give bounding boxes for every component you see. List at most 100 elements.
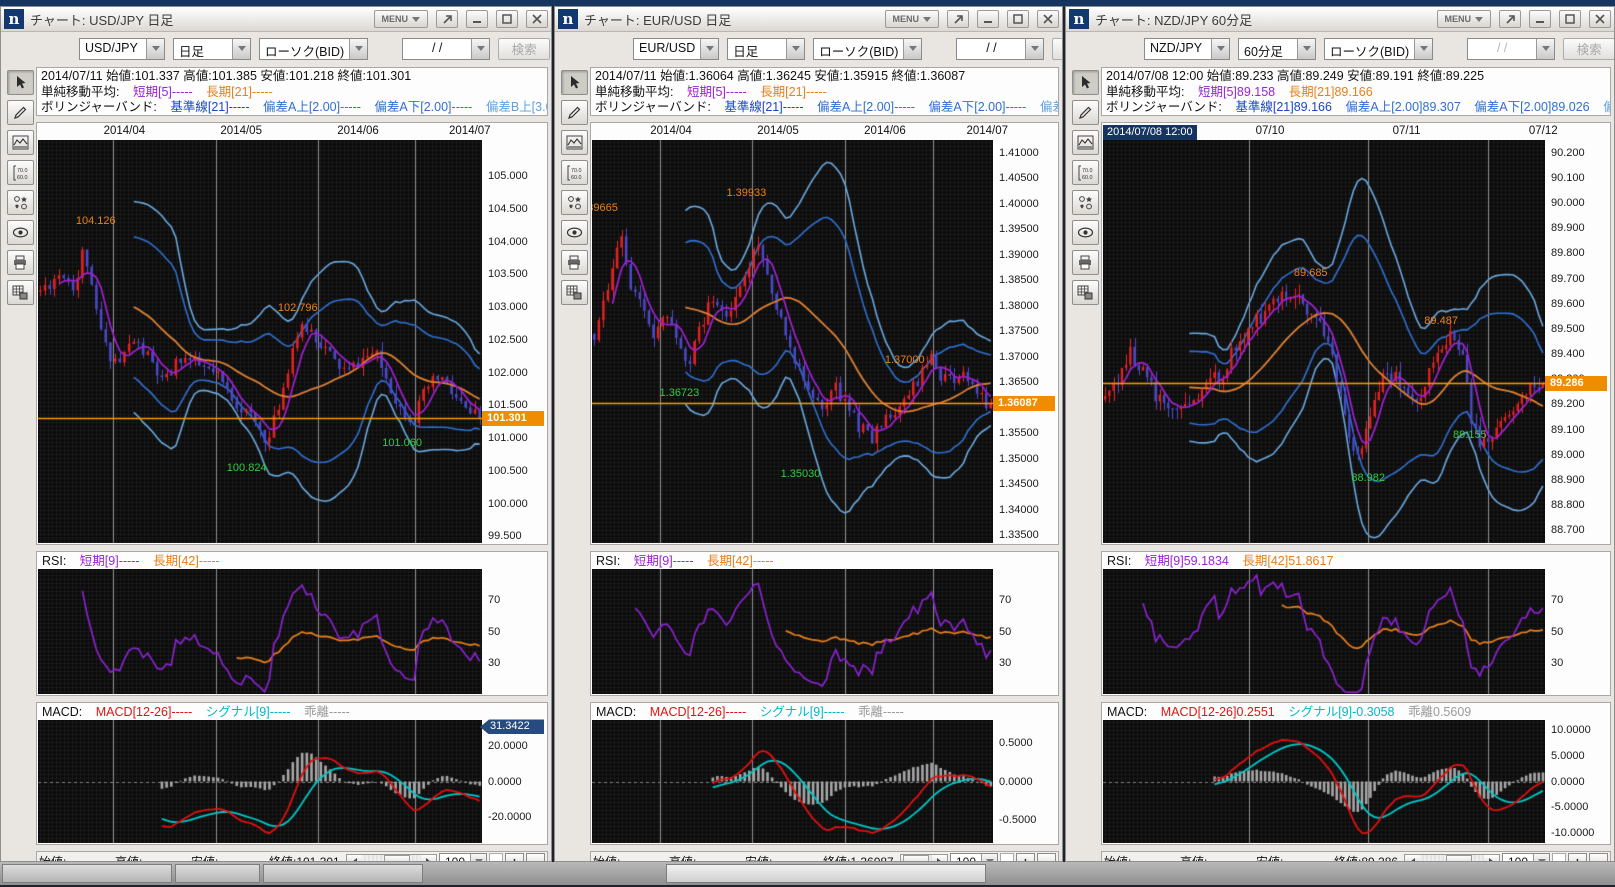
maximize-button[interactable]: [1007, 10, 1029, 28]
candlestick-plot[interactable]: 89.68589.48789.15588.982: [1103, 140, 1545, 543]
cursor-tool-icon[interactable]: [7, 70, 34, 95]
minimize-button[interactable]: [1529, 10, 1551, 28]
chevron-down-icon[interactable]: [1533, 854, 1549, 862]
scrollbar-thumb[interactable]: [1446, 855, 1472, 862]
scale-tool-icon[interactable]: 70.060.0: [7, 160, 34, 185]
export-data-icon[interactable]: [561, 280, 588, 305]
stamp-tool-icon[interactable]: [561, 190, 588, 215]
line-chart-tool-icon[interactable]: [7, 130, 34, 155]
scale-tool-icon[interactable]: 70.060.0: [1072, 160, 1099, 185]
zoom-in-button[interactable]: +: [1016, 853, 1035, 862]
print-icon[interactable]: [561, 250, 588, 275]
popout-button[interactable]: [436, 10, 458, 28]
zoom-select[interactable]: 100: [439, 853, 487, 862]
taskbar-item[interactable]: [263, 864, 423, 883]
chevron-down-icon[interactable]: [1297, 39, 1315, 59]
zoom-select[interactable]: 100: [1502, 853, 1550, 862]
rsi-plot[interactable]: [1103, 569, 1545, 694]
minimize-button[interactable]: [466, 10, 488, 28]
zoom-out-button[interactable]: −: [526, 853, 545, 862]
macd-plot[interactable]: [1103, 720, 1545, 843]
pair-select[interactable]: EUR/USD: [633, 38, 719, 60]
print-icon[interactable]: [1072, 250, 1099, 275]
scrollbar-thumb[interactable]: [903, 855, 929, 862]
cursor-tool-icon[interactable]: [1072, 70, 1099, 95]
chart-style-select[interactable]: ローソク(BID): [813, 38, 922, 60]
timeframe-select[interactable]: 日足: [727, 38, 805, 60]
line-chart-tool-icon[interactable]: [1072, 130, 1099, 155]
eye-visibility-icon[interactable]: [7, 220, 34, 245]
candlestick-plot[interactable]: 104.126102.796100.824101.060: [38, 140, 482, 543]
scroll-left-button[interactable]: [347, 855, 362, 862]
scrollbar-track[interactable]: [916, 855, 932, 862]
chevron-down-icon[interactable]: [146, 39, 164, 59]
scrollbar-track[interactable]: [362, 855, 421, 862]
zoom-in-button[interactable]: +: [1568, 853, 1587, 862]
chevron-down-icon[interactable]: [471, 39, 489, 59]
line-chart-tool-icon[interactable]: [561, 130, 588, 155]
timeframe-select[interactable]: 日足: [173, 38, 251, 60]
horizontal-scrollbar[interactable]: [900, 854, 948, 862]
macd-plot[interactable]: [592, 720, 993, 843]
chevron-down-icon[interactable]: [700, 39, 718, 59]
search-button[interactable]: 検索: [1563, 38, 1615, 60]
menu-button[interactable]: MENU: [374, 10, 429, 28]
eye-visibility-icon[interactable]: [1072, 220, 1099, 245]
date-select[interactable]: / /: [1467, 38, 1555, 60]
scale-tool-icon[interactable]: 70.060.0: [561, 160, 588, 185]
popout-button[interactable]: [947, 10, 969, 28]
scrollbar-thumb[interactable]: [384, 855, 410, 862]
taskbar-item[interactable]: [2, 864, 172, 883]
chevron-down-icon[interactable]: [1211, 39, 1229, 59]
menu-button[interactable]: MENU: [1437, 10, 1492, 28]
zoom-in-button[interactable]: +: [505, 853, 524, 862]
horizontal-scrollbar[interactable]: [346, 854, 437, 862]
scrollbar-track[interactable]: [1420, 855, 1484, 862]
cursor-tool-icon[interactable]: [561, 70, 588, 95]
stamp-tool-icon[interactable]: [1072, 190, 1099, 215]
close-button[interactable]: [1037, 10, 1059, 28]
popout-button[interactable]: [1499, 10, 1521, 28]
chart-style-select[interactable]: ローソク(BID): [259, 38, 368, 60]
taskbar-item[interactable]: [175, 864, 260, 883]
chevron-down-icon[interactable]: [786, 39, 804, 59]
print-icon[interactable]: [7, 250, 34, 275]
chevron-down-icon[interactable]: [1414, 39, 1432, 59]
zoom-out-button[interactable]: −: [1589, 853, 1608, 862]
chevron-down-icon[interactable]: [1536, 39, 1554, 59]
chevron-down-icon[interactable]: [981, 854, 997, 862]
scroll-right-button[interactable]: [932, 855, 947, 862]
export-data-icon[interactable]: [7, 280, 34, 305]
horizontal-scrollbar[interactable]: [1404, 854, 1500, 862]
chevron-down-icon[interactable]: [903, 39, 921, 59]
chart-style-select[interactable]: ローソク(BID): [1324, 38, 1433, 60]
maximize-button[interactable]: [1559, 10, 1581, 28]
pencil-tool-icon[interactable]: [1072, 100, 1099, 125]
minimize-button[interactable]: [977, 10, 999, 28]
zoom-select[interactable]: 100: [950, 853, 998, 862]
rsi-plot[interactable]: [592, 569, 993, 694]
chevron-down-icon[interactable]: [1025, 39, 1043, 59]
chevron-down-icon[interactable]: [470, 854, 486, 862]
chevron-down-icon[interactable]: [349, 39, 367, 59]
pair-select[interactable]: USD/JPY: [79, 38, 165, 60]
zoom-out-button[interactable]: −: [1037, 853, 1056, 862]
export-data-icon[interactable]: [1072, 280, 1099, 305]
close-button[interactable]: [526, 10, 548, 28]
eye-visibility-icon[interactable]: [561, 220, 588, 245]
close-button[interactable]: [1589, 10, 1611, 28]
taskbar-item-active[interactable]: [666, 864, 986, 883]
timeframe-select[interactable]: 60分足: [1238, 38, 1316, 60]
search-button[interactable]: 検索: [1052, 38, 1063, 60]
stamp-tool-icon[interactable]: [7, 190, 34, 215]
pencil-tool-icon[interactable]: [561, 100, 588, 125]
date-select[interactable]: / /: [402, 38, 490, 60]
search-button[interactable]: 検索: [498, 38, 550, 60]
rsi-plot[interactable]: [38, 569, 482, 694]
scroll-right-button[interactable]: [421, 855, 436, 862]
scroll-right-button[interactable]: [1484, 855, 1499, 862]
date-select[interactable]: / /: [956, 38, 1044, 60]
maximize-button[interactable]: [496, 10, 518, 28]
macd-plot[interactable]: [38, 720, 482, 843]
candlestick-plot[interactable]: 1.396651.399331.367231.370001.35030: [592, 140, 993, 543]
